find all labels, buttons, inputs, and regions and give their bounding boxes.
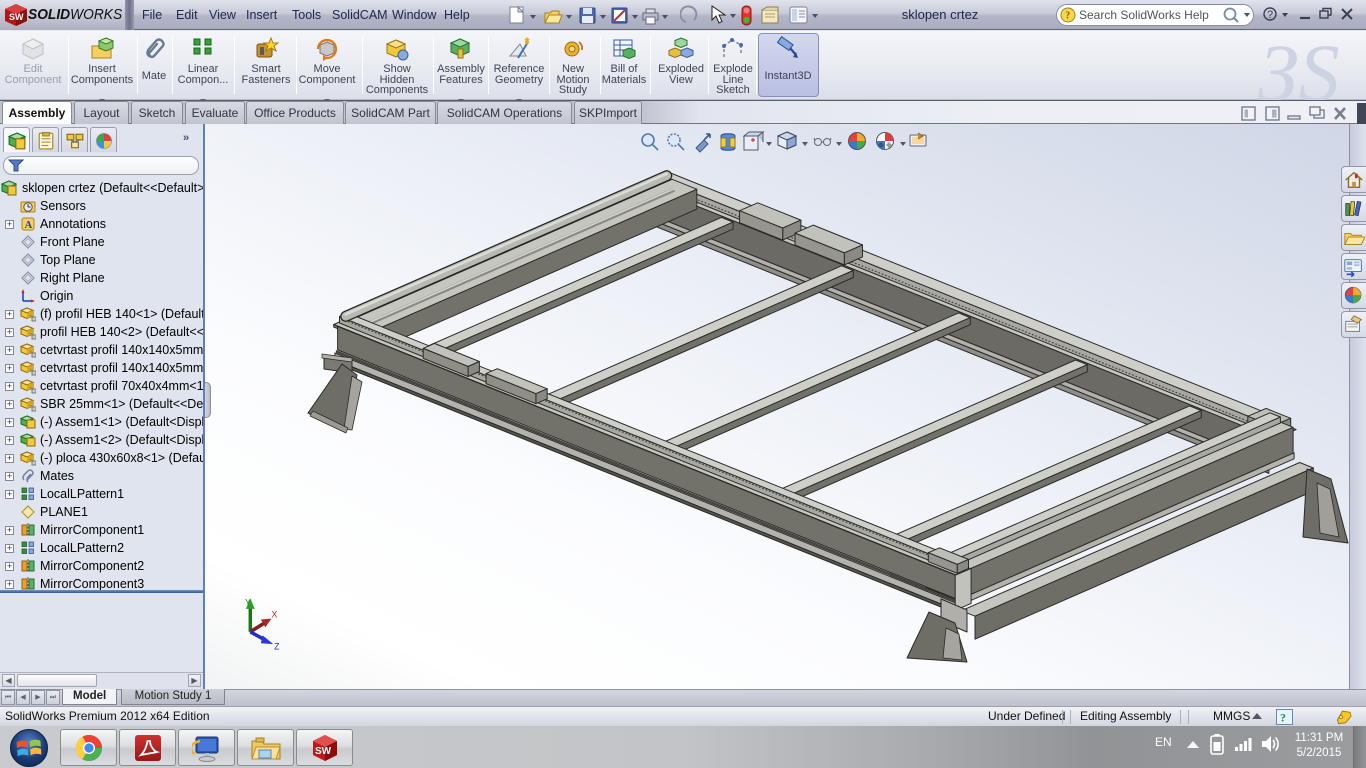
svg-text:X: X [271,610,277,620]
svg-text:?: ? [1267,9,1273,21]
svg-text:?: ? [1280,711,1286,725]
svg-text:Z: Z [274,641,280,650]
svg-text:SW: SW [315,746,332,757]
svg-text:?: ? [1065,11,1070,22]
svg-text:Y: Y [245,597,251,607]
svg-text:A: A [25,220,33,231]
svg-text:SW: SW [9,12,24,22]
